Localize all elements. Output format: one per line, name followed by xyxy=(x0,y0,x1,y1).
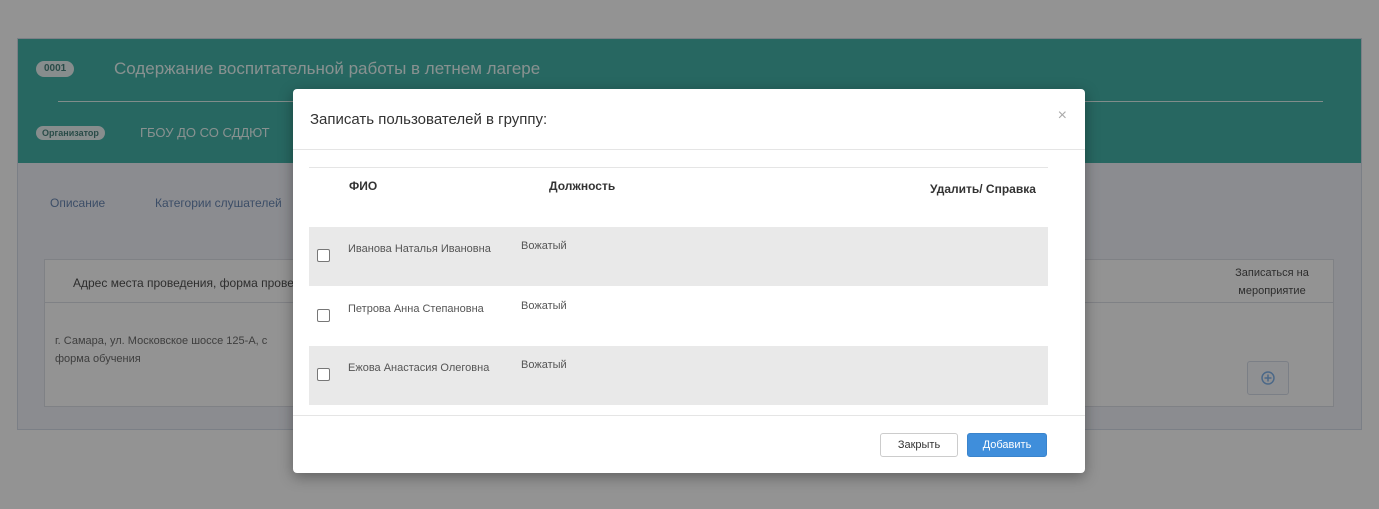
column-header-position: Должность xyxy=(549,179,616,193)
table-row: Иванова Наталья Ивановна Вожатый xyxy=(309,227,1048,286)
row-position: Вожатый xyxy=(521,359,567,371)
row-position: Вожатый xyxy=(521,300,567,312)
modal-title: Записать пользователей в группу: xyxy=(310,111,548,128)
close-icon[interactable]: × xyxy=(1058,107,1067,125)
close-button[interactable]: Закрыть xyxy=(880,433,958,457)
row-fio: Ежова Анастасия Олеговна xyxy=(348,362,490,374)
enroll-users-modal: Записать пользователей в группу: × ФИО Д… xyxy=(293,89,1085,473)
row-checkbox[interactable] xyxy=(317,309,330,322)
modal-header-divider xyxy=(293,149,1085,150)
row-checkbox[interactable] xyxy=(317,368,330,381)
modal-footer-divider xyxy=(293,415,1085,416)
row-position: Вожатый xyxy=(521,240,567,252)
row-checkbox[interactable] xyxy=(317,249,330,262)
add-button[interactable]: Добавить xyxy=(967,433,1047,457)
row-fio: Петрова Анна Степановна xyxy=(348,303,484,315)
table-row: Ежова Анастасия Олеговна Вожатый xyxy=(309,346,1048,405)
table-top-border xyxy=(309,167,1048,168)
row-fio: Иванова Наталья Ивановна xyxy=(348,243,491,255)
column-header-fio: ФИО xyxy=(349,179,378,193)
table-row: Петрова Анна Степановна Вожатый xyxy=(309,287,1048,346)
column-header-delete: Удалить/ Справка xyxy=(930,182,1036,196)
